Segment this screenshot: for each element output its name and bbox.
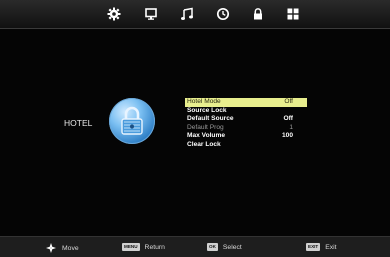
ok-key-icon: OK [207,243,218,251]
menu-item-label: Max Volume [187,132,225,140]
menu-item-label: Source Lock [187,106,227,114]
hint-exit: EXIT Exit [306,243,337,251]
hotel-menu-screen: HOTEL Hotel Mode Off Source Lock Default… [0,0,390,257]
hint-return: MENU Return [122,243,165,251]
grid-icon[interactable] [286,7,300,21]
menu-item-label: Clear Lock [187,140,221,148]
hint-return-label: Return [144,243,165,251]
menu-item-hotel-mode[interactable]: Hotel Mode Off [185,98,307,107]
padlock-icon [109,98,155,144]
dpad-icon [46,243,56,253]
menu-item-value: 1 [289,123,293,131]
settings-icon[interactable] [107,7,121,21]
hint-select-label: Select [222,243,242,251]
exit-key-icon: EXIT [306,243,321,251]
hint-exit-label: Exit [325,243,337,251]
menu-item-default-source[interactable]: Default Source Off [185,115,307,124]
menu-item-value: Off [283,115,293,123]
menu-item-label: Default Prog [187,123,224,131]
bottom-hint-bar: Move MENU Return OK Select EXIT Exit [0,236,390,257]
hotel-settings-menu: Hotel Mode Off Source Lock Default Sourc… [185,98,307,150]
hint-move-label: Move [62,244,79,252]
clock-icon[interactable] [216,7,230,21]
menu-key-icon: MENU [122,243,140,251]
menu-item-label: Hotel Mode [187,98,221,105]
menu-item-clear-lock[interactable]: Clear Lock [185,141,307,150]
menu-item-max-volume[interactable]: Max Volume 100 [185,132,307,141]
menu-item-label: Default Source [187,115,234,123]
menu-item-value: Off [284,98,293,105]
hint-select: OK Select [207,243,242,251]
lock-icon[interactable] [251,7,265,21]
music-icon[interactable] [180,7,194,21]
menu-item-source-lock[interactable]: Source Lock [185,107,307,116]
monitor-icon[interactable] [144,7,158,21]
section-title: HOTEL [64,118,93,128]
hint-move: Move [46,243,79,253]
top-icon-bar [0,0,390,29]
menu-item-default-prog: Default Prog 1 [185,124,307,133]
menu-item-value: 100 [281,132,293,140]
